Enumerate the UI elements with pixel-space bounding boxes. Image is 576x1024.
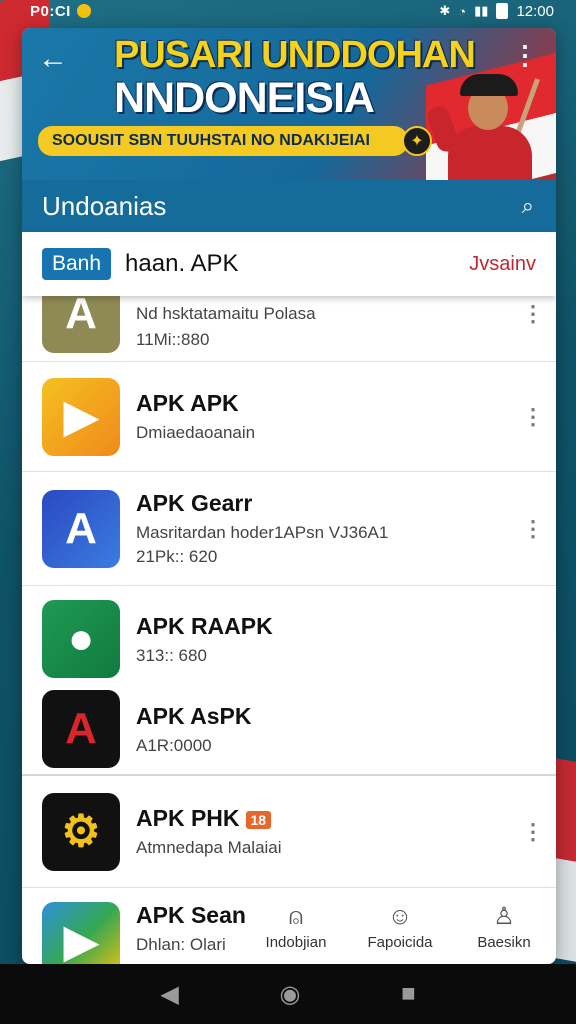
search-filter-chip[interactable]: Banh xyxy=(42,248,112,280)
tab-label: Indobjian xyxy=(265,934,327,951)
battery-icon xyxy=(496,3,509,19)
tab-notifications[interactable]: ⍝ Indobjian xyxy=(246,904,346,964)
emblem-icon: ✦ xyxy=(402,126,432,156)
bluetooth-icon: ✱ xyxy=(439,3,451,18)
bell-icon: ⍝ xyxy=(288,903,304,930)
app-icon-a-blue: A xyxy=(42,489,120,568)
nav-back-icon[interactable]: ◀ xyxy=(160,980,178,1009)
app-info: Nd hsktatamaitu Polasa 11Mi::880 xyxy=(136,304,522,350)
list-item[interactable]: ⚙ APK PHK 18 Atmnedapa Malaiai ⋮ xyxy=(22,776,556,888)
list-item-group: ● APK RAAPK 313:: 680 A APK AsPK A1R:000… xyxy=(22,586,556,776)
signal-icon: ▮▮ xyxy=(474,3,489,18)
title-bar: Undoanias ⌕ xyxy=(22,180,556,232)
app-name: APK AsPK xyxy=(136,702,252,729)
app-subtitle: A1R:0000 xyxy=(136,735,212,755)
carrier-label: P0:CI xyxy=(30,2,71,20)
wifi-icon: ◔ xyxy=(458,3,467,19)
app-info: APK Gearr Masritardan hoder1APsn VJ36A1 … xyxy=(136,490,522,567)
app-subtitle: 11Mi::880 xyxy=(136,329,210,349)
search-input[interactable]: haan. APK xyxy=(125,250,469,278)
banner-title: PUSARI UNDDOHAN xyxy=(114,34,476,76)
update-badge: 18 xyxy=(245,810,272,829)
tab-label: Fapoicida xyxy=(367,934,433,951)
app-icon-a-black: A xyxy=(42,690,120,768)
search-action-link[interactable]: Jvsainv xyxy=(469,253,536,276)
app-subtitle: Masritardan hoder1APsn VJ36A1 xyxy=(136,523,389,542)
back-arrow-icon[interactable]: ← xyxy=(38,44,68,74)
bottom-tab-bar: ⍝ Indobjian ☺ Fapoicida ♙ Baesikn xyxy=(244,904,556,964)
app-icon-green: ● xyxy=(42,600,120,678)
app-window: ← ⋮ PUSARI UNDDOHAN NNDONEISIA SOOUSIT S… xyxy=(22,28,556,964)
app-name: APK PHK 18 xyxy=(136,805,522,832)
app-name: APK APK xyxy=(136,390,239,416)
status-right: ✱ ◔ ▮▮ 12:00 xyxy=(439,3,554,20)
nav-recents-icon[interactable]: ■ xyxy=(401,980,416,1008)
more-options-icon[interactable]: ⋮ xyxy=(522,404,544,430)
list-item[interactable]: A APK Gearr Masritardan hoder1APsn VJ36A… xyxy=(22,472,556,586)
banner-strip: SOOUSIT SBN TUUHSTAI NO NDAKIJEIAI xyxy=(38,126,408,156)
app-subtitle: 313:: 680 xyxy=(136,645,207,665)
search-icon[interactable]: ⌕ xyxy=(522,193,534,219)
app-name: APK RAAPK xyxy=(136,612,273,639)
more-options-icon[interactable]: ⋮ xyxy=(522,819,544,845)
app-name: APK Gearr xyxy=(136,490,253,516)
app-size: 21Pk:: 620 xyxy=(136,547,218,566)
list-item[interactable]: A Nd hsktatamaitu Polasa 11Mi::880 ⋮ xyxy=(22,296,556,362)
more-options-icon[interactable]: ⋮ xyxy=(522,516,544,542)
app-icon-play-multicolor: ▶ xyxy=(42,902,120,964)
notification-icon xyxy=(76,4,91,18)
app-info: APK PHK 18 Atmnedapa Malaiai xyxy=(136,805,522,858)
tab-profile[interactable]: ☺ Fapoicida xyxy=(350,904,450,964)
person-cap xyxy=(460,74,518,96)
app-icon-a-tan: A xyxy=(42,296,120,353)
list-item[interactable]: ● APK RAAPK 313:: 680 xyxy=(42,600,536,678)
app-icon-gear-black: ⚙ xyxy=(42,792,120,871)
list-item[interactable]: ▶ APK APK Dmiaedaoanain ⋮ xyxy=(22,362,556,472)
app-subtitle: Dmiaedaoanain xyxy=(136,423,256,442)
app-name-text: APK PHK xyxy=(136,805,240,831)
banner-title-second-line: NNDONEISIA xyxy=(114,74,375,122)
tab-account[interactable]: ♙ Baesikn xyxy=(454,904,554,964)
system-nav-bar: ◀ ◉ ■ xyxy=(0,964,576,1024)
app-name: Nd hsktatamaitu Polasa xyxy=(136,303,316,323)
search-row: Banh haan. APK Jvsainv xyxy=(22,232,556,296)
overflow-menu-icon[interactable]: ⋮ xyxy=(512,42,538,68)
account-icon: ♙ xyxy=(493,903,515,930)
status-bar: P0:CI ✱ ◔ ▮▮ 12:00 xyxy=(0,0,576,22)
user-icon: ☺ xyxy=(387,903,413,930)
app-info: APK RAAPK 313:: 680 xyxy=(136,613,536,666)
tab-label: Baesikn xyxy=(477,934,531,951)
nav-home-icon[interactable]: ◉ xyxy=(280,980,301,1009)
app-info: APK AsPK A1R:0000 xyxy=(136,703,536,756)
promo-banner: ← ⋮ PUSARI UNDDOHAN NNDONEISIA SOOUSIT S… xyxy=(22,28,556,180)
app-icon-play-yellow: ▶ xyxy=(42,377,120,456)
app-subtitle: Atmnedapa Malaiai xyxy=(136,838,282,857)
person-body xyxy=(448,126,532,180)
more-options-icon[interactable]: ⋮ xyxy=(522,301,544,327)
clock: 12:00 xyxy=(516,2,554,20)
list-item[interactable]: A APK AsPK A1R:0000 xyxy=(42,690,536,768)
app-list: A Nd hsktatamaitu Polasa 11Mi::880 ⋮ ▶ A… xyxy=(22,296,556,964)
page-title: Undoanias xyxy=(42,190,167,221)
app-info: APK APK Dmiaedaoanain xyxy=(136,390,522,443)
status-left: P0:CI xyxy=(30,3,91,20)
